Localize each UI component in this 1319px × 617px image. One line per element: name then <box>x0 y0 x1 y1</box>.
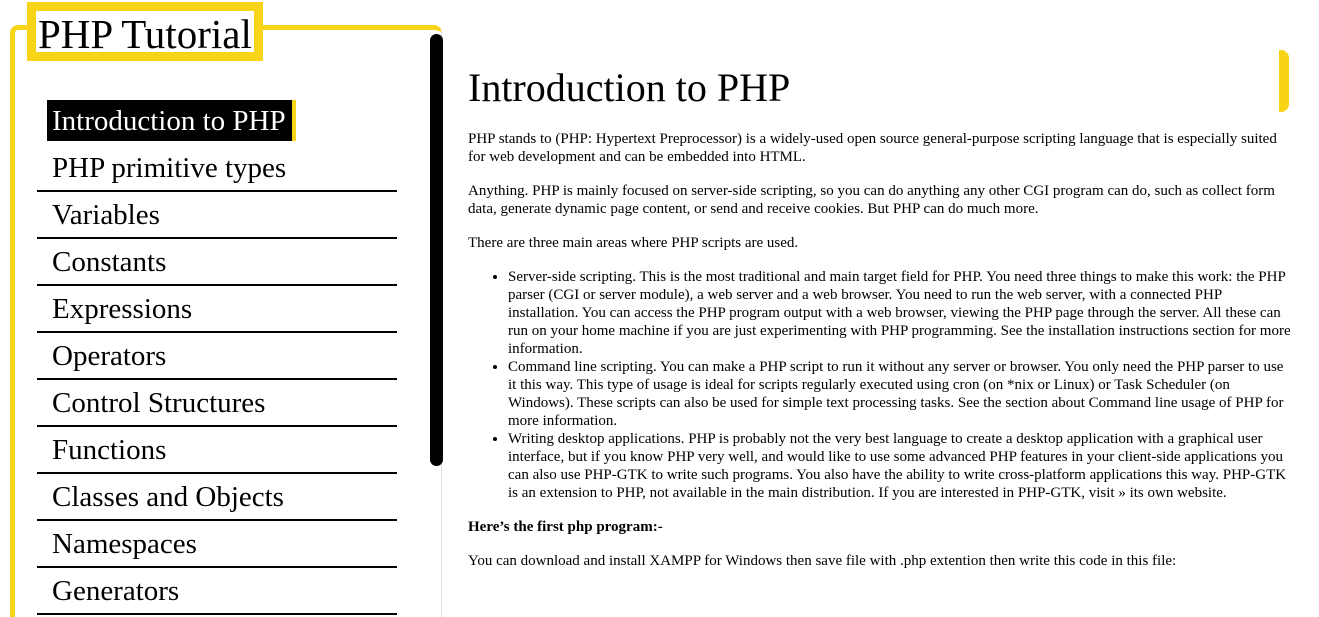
sidebar-item-introduction-to-php[interactable]: Introduction to PHP <box>37 98 397 145</box>
sidebar-item-label[interactable]: Expressions <box>52 294 192 324</box>
sidebar-item-label[interactable]: Functions <box>52 435 166 465</box>
sidebar-item-functions[interactable]: Functions <box>37 427 397 474</box>
download-paragraph: You can download and install XAMPP for W… <box>468 553 1177 569</box>
list-item: Server-side scripting. This is the most … <box>508 268 1294 358</box>
sidebar-nav: Introduction to PHP PHP primitive types … <box>37 98 397 615</box>
list-item: Writing desktop applications. PHP is pro… <box>508 430 1294 502</box>
sidebar-item-label[interactable]: Constants <box>52 247 166 277</box>
sidebar-item-classes-and-objects[interactable]: Classes and Objects <box>37 474 397 521</box>
page-title: Introduction to PHP <box>468 65 791 110</box>
sidebar-item-generators[interactable]: Generators <box>37 568 397 615</box>
sidebar-item-label[interactable]: PHP primitive types <box>52 153 286 183</box>
sidebar-item-label[interactable]: Operators <box>52 341 166 371</box>
intro-paragraph: PHP stands to (PHP: Hypertext Preprocess… <box>468 131 1277 165</box>
sidebar-item-operators[interactable]: Operators <box>37 333 397 380</box>
sidebar-title-box: PHP Tutorial <box>27 2 263 61</box>
sidebar-item-variables[interactable]: Variables <box>37 192 397 239</box>
list-item: Command line scripting. You can make a P… <box>508 358 1294 430</box>
usage-areas-list: Server-side scripting. This is the most … <box>468 268 1294 502</box>
sidebar-item-label[interactable]: Generators <box>52 576 179 606</box>
sidebar-item-control-structures[interactable]: Control Structures <box>37 380 397 427</box>
sidebar-item-label[interactable]: Introduction to PHP <box>47 100 296 141</box>
sidebar-item-expressions[interactable]: Expressions <box>37 286 397 333</box>
main-content: Introduction to PHP PHP stands to (PHP: … <box>468 62 1294 586</box>
page: PHP Tutorial Introduction to PHP PHP pri… <box>0 0 1319 617</box>
sidebar-item-label[interactable]: Namespaces <box>52 529 197 559</box>
usage-areas-paragraph: There are three main areas where PHP scr… <box>468 235 799 251</box>
server-side-paragraph: Anything. PHP is mainly focused on serve… <box>468 183 1275 217</box>
sidebar-item-php-primitive-types[interactable]: PHP primitive types <box>37 145 397 192</box>
sidebar-scrollbar[interactable] <box>430 34 443 466</box>
first-program-heading-text: Here’s the first php program:- <box>468 519 663 535</box>
first-program-heading: Here’s the first php program:- <box>468 518 1294 536</box>
sidebar-title: PHP Tutorial <box>38 11 252 57</box>
sidebar-item-label[interactable]: Variables <box>52 200 160 230</box>
sidebar-item-namespaces[interactable]: Namespaces <box>37 521 397 568</box>
sidebar-item-label[interactable]: Control Structures <box>52 388 265 418</box>
sidebar-item-label[interactable]: Classes and Objects <box>52 482 284 512</box>
sidebar-item-constants[interactable]: Constants <box>37 239 397 286</box>
